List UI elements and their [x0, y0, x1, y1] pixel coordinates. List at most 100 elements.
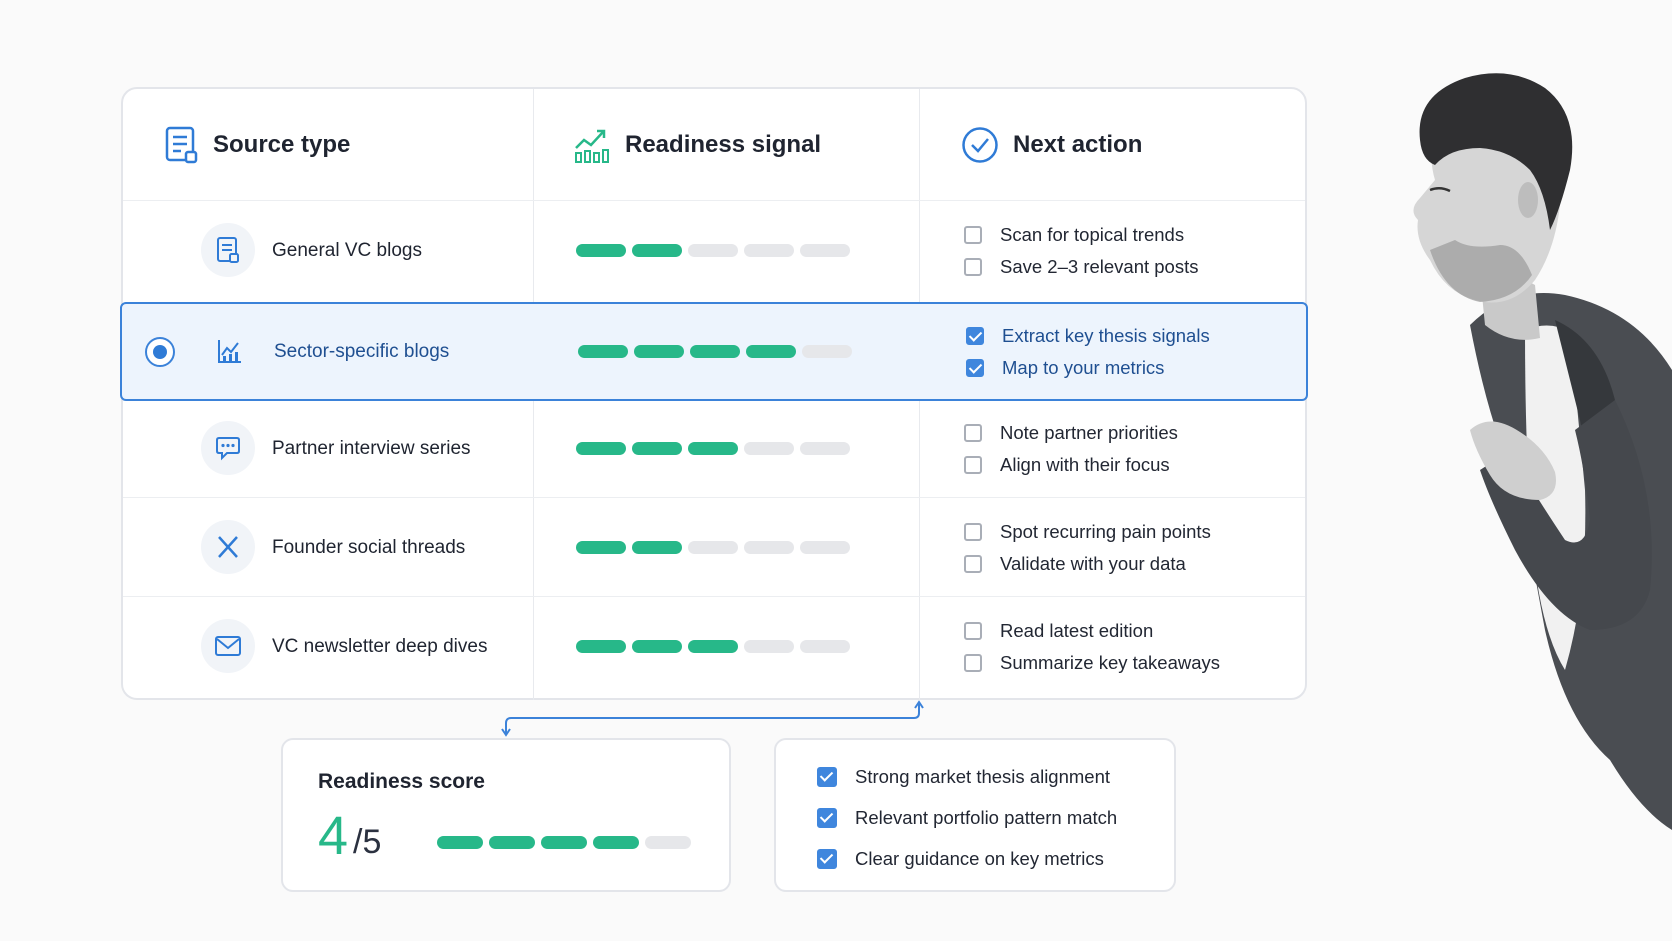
- action-item[interactable]: Extract key thesis signals: [966, 325, 1210, 347]
- table-row[interactable]: Founder social threads Spot recurring pa…: [123, 498, 1305, 597]
- check-circle-icon: [962, 127, 998, 163]
- action-item[interactable]: Summarize key takeaways: [964, 652, 1220, 674]
- summary-item[interactable]: Clear guidance on key metrics: [817, 848, 1117, 870]
- readiness-pip-filled: [632, 640, 682, 653]
- action-checkbox[interactable]: [964, 523, 982, 541]
- readiness-pip-filled: [632, 541, 682, 554]
- summary-item[interactable]: Strong market thesis alignment: [817, 766, 1117, 788]
- readiness-pip-empty: [688, 541, 738, 554]
- readiness-pip-filled: [576, 442, 626, 455]
- action-checkbox[interactable]: [964, 226, 982, 244]
- action-checkbox-checked[interactable]: [966, 359, 984, 377]
- action-list: Spot recurring pain points Validate with…: [964, 521, 1211, 575]
- action-label: Extract key thesis signals: [1002, 325, 1210, 346]
- score-value: 4: [318, 806, 349, 866]
- action-item[interactable]: Note partner priorities: [964, 422, 1178, 444]
- action-checkbox[interactable]: [964, 456, 982, 474]
- readiness-bar: [576, 244, 850, 257]
- action-item[interactable]: Align with their focus: [964, 454, 1178, 476]
- readiness-bar: [576, 442, 850, 455]
- header-label: Source type: [213, 131, 351, 158]
- header-source-type: Source type: [165, 89, 350, 201]
- envelope-icon: [215, 636, 241, 656]
- readiness-pip-filled: [632, 442, 682, 455]
- readiness-pip-empty: [800, 640, 850, 653]
- action-label: Summarize key takeaways: [1000, 652, 1221, 673]
- readiness-pip-filled: [690, 345, 740, 358]
- header-readiness-signal: Readiness signal: [573, 89, 821, 201]
- table-row-selected[interactable]: Sector-specific blogs Extract key thesis…: [120, 302, 1308, 401]
- score-label: Readiness score: [318, 770, 485, 793]
- action-label: Validate with your data: [1000, 553, 1186, 574]
- readiness-pip-empty: [800, 244, 850, 257]
- row-radio-selected[interactable]: [145, 337, 175, 367]
- action-checkbox[interactable]: [964, 622, 982, 640]
- chat-bubble-icon: [216, 437, 240, 461]
- source-table: Source type Readiness signal Next action: [120, 87, 1308, 700]
- summary-card: Strong market thesis alignment Relevant …: [774, 738, 1176, 892]
- row-source-name: VC newsletter deep dives: [272, 636, 488, 657]
- readiness-pip-filled: [632, 244, 682, 257]
- summary-label: Strong market thesis alignment: [855, 766, 1111, 787]
- action-label: Spot recurring pain points: [1000, 521, 1211, 542]
- x-logo-icon: [218, 536, 238, 558]
- action-label: Note partner priorities: [1000, 422, 1178, 443]
- action-label: Save 2–3 relevant posts: [1000, 256, 1199, 277]
- score-bar: [437, 836, 691, 849]
- score-pip-empty: [645, 836, 691, 849]
- action-checkbox-checked[interactable]: [966, 327, 984, 345]
- action-checkbox[interactable]: [964, 555, 982, 573]
- action-item[interactable]: Map to your metrics: [966, 357, 1210, 379]
- action-item[interactable]: Validate with your data: [964, 553, 1211, 575]
- readiness-pip-empty: [802, 345, 852, 358]
- action-checkbox[interactable]: [964, 654, 982, 672]
- action-label: Scan for topical trends: [1000, 224, 1185, 245]
- summary-label: Clear guidance on key metrics: [855, 848, 1104, 869]
- table-row[interactable]: VC newsletter deep dives Read latest edi…: [123, 597, 1305, 696]
- summary-checkbox-checked[interactable]: [817, 849, 837, 869]
- readiness-pip-empty: [744, 640, 794, 653]
- action-label: Align with their focus: [1000, 454, 1170, 475]
- connector-line: [501, 700, 924, 737]
- summary-checkbox-checked[interactable]: [817, 767, 837, 787]
- summary-checkbox-checked[interactable]: [817, 808, 837, 828]
- action-checkbox[interactable]: [964, 258, 982, 276]
- chart-icon: [218, 340, 241, 363]
- readiness-pip-empty: [800, 541, 850, 554]
- growth-chart-icon: [575, 129, 609, 163]
- row-icon-circle: [201, 520, 255, 574]
- score-pip-filled: [489, 836, 535, 849]
- readiness-pip-filled: [746, 345, 796, 358]
- readiness-bar: [576, 640, 850, 653]
- summary-label: Relevant portfolio pattern match: [855, 807, 1118, 828]
- row-icon-circle: [201, 619, 255, 673]
- document-icon: [165, 126, 198, 164]
- summary-item[interactable]: Relevant portfolio pattern match: [817, 807, 1117, 829]
- action-item[interactable]: Spot recurring pain points: [964, 521, 1211, 543]
- readiness-pip-filled: [634, 345, 684, 358]
- action-item[interactable]: Scan for topical trends: [964, 224, 1199, 246]
- readiness-pip-empty: [688, 244, 738, 257]
- table-row[interactable]: Partner interview series Note partner pr…: [123, 399, 1305, 498]
- row-source-name: Founder social threads: [272, 537, 466, 558]
- header-label: Readiness signal: [625, 131, 822, 158]
- readiness-pip-filled: [576, 541, 626, 554]
- row-source-name: Sector-specific blogs: [274, 341, 450, 362]
- action-checkbox[interactable]: [964, 424, 982, 442]
- action-item[interactable]: Save 2–3 relevant posts: [964, 256, 1199, 278]
- readiness-pip-filled: [688, 640, 738, 653]
- score-max: /5: [353, 823, 382, 861]
- action-list: Read latest edition Summarize key takeaw…: [964, 620, 1220, 674]
- summary-list: Strong market thesis alignment Relevant …: [817, 766, 1117, 870]
- row-source-name: Partner interview series: [272, 438, 471, 459]
- readiness-pip-empty: [744, 541, 794, 554]
- action-label: Map to your metrics: [1002, 357, 1165, 378]
- action-list: Extract key thesis signals Map to your m…: [966, 325, 1210, 379]
- row-icon-circle: [201, 421, 255, 475]
- action-item[interactable]: Read latest edition: [964, 620, 1220, 642]
- readiness-pip-filled: [576, 244, 626, 257]
- table-row[interactable]: General VC blogs Scan for topical trends…: [123, 201, 1305, 300]
- readiness-pip-empty: [800, 442, 850, 455]
- person-illustration: [1413, 73, 1672, 830]
- readiness-bar: [576, 541, 850, 554]
